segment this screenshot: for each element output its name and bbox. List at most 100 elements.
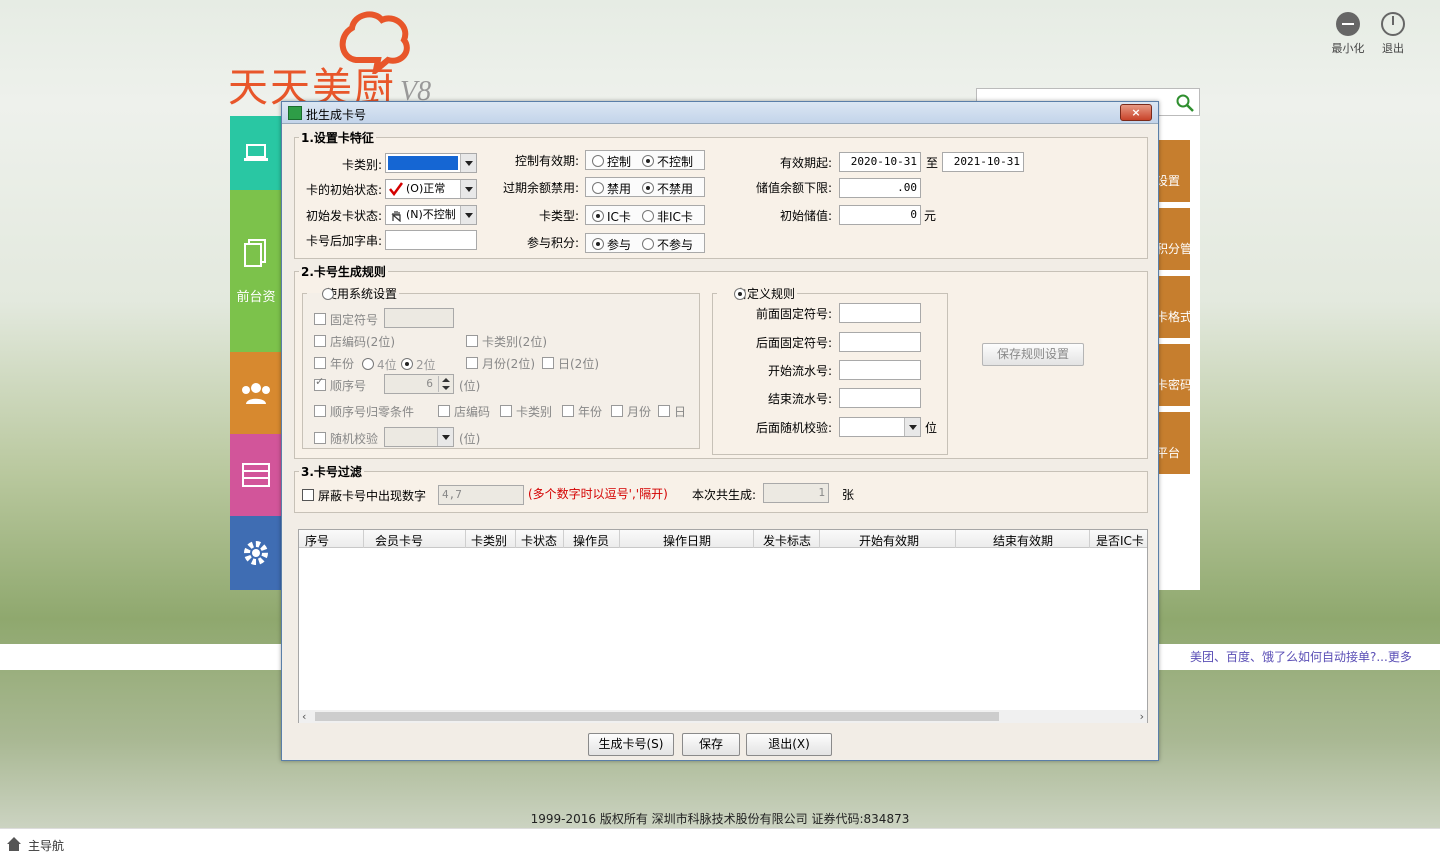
valid-from-label: 有效期起: bbox=[779, 156, 832, 170]
issue-status-select[interactable]: (N)不控制 bbox=[385, 205, 477, 225]
exit-button[interactable]: 退出(X) bbox=[746, 733, 832, 756]
col-header[interactable]: 卡类别 bbox=[471, 532, 507, 549]
checkbox-reset-store[interactable]: 店编码 bbox=[438, 403, 490, 420]
chevron-down-icon[interactable] bbox=[460, 180, 476, 198]
checkbox-reset-day[interactable]: 日 bbox=[658, 403, 686, 420]
col-header[interactable]: 操作员 bbox=[573, 532, 609, 549]
search-icon[interactable] bbox=[1175, 93, 1195, 113]
generate-button[interactable]: 生成卡号(S) bbox=[588, 733, 674, 756]
checkbox-reset-card[interactable]: 卡类别 bbox=[500, 403, 552, 420]
radio-ic-card[interactable]: IC卡 bbox=[592, 208, 631, 225]
random-check-select[interactable] bbox=[384, 427, 454, 447]
radio-year-4[interactable]: 4位 bbox=[362, 356, 397, 373]
home-icon[interactable] bbox=[6, 836, 22, 852]
sequence-stepper[interactable] bbox=[438, 376, 452, 392]
col-header[interactable]: 结束有效期 bbox=[993, 532, 1053, 549]
tile-front-desk[interactable]: 前台资 bbox=[230, 190, 282, 352]
card-type-select[interactable] bbox=[385, 153, 477, 173]
system-settings-legend: 使用系统设置 bbox=[325, 287, 398, 301]
col-header[interactable]: 发卡标志 bbox=[763, 532, 811, 549]
radio-join-points[interactable]: 参与 bbox=[592, 236, 631, 253]
close-button[interactable]: × bbox=[1120, 104, 1152, 121]
card-kind-group: IC卡 非IC卡 bbox=[585, 205, 705, 225]
mask-digits-input[interactable]: 4,7 bbox=[438, 485, 524, 505]
dialog-title: 批生成卡号 bbox=[306, 108, 367, 122]
checkbox-reset-year[interactable]: 年份 bbox=[562, 403, 602, 420]
section1-legend: 1.设置卡特征 bbox=[301, 131, 374, 145]
checkbox-fixed-char[interactable]: 固定符号 bbox=[314, 311, 378, 328]
col-header[interactable]: 操作日期 bbox=[663, 532, 711, 549]
right-tile-settings[interactable]: 设置 bbox=[1156, 140, 1190, 202]
checkbox-sequence[interactable]: 顺序号 bbox=[314, 375, 366, 394]
postfix-input[interactable] bbox=[839, 332, 921, 352]
expired-balance-group: 禁用 不禁用 bbox=[585, 177, 705, 197]
checkbox-card-category[interactable]: 卡类别(2位) bbox=[466, 333, 547, 350]
radio-no-disable[interactable]: 不禁用 bbox=[642, 180, 693, 197]
card-list-grid[interactable]: 序号 会员卡号 卡类别 卡状态 操作员 操作日期 发卡标志 开始有效期 结束有效… bbox=[298, 529, 1148, 723]
init-status-select[interactable]: (O)正常 bbox=[385, 179, 477, 199]
news-link[interactable]: 美团、百度、饿了么如何自动接单?...更多 bbox=[1190, 648, 1412, 665]
power-icon bbox=[1381, 12, 1405, 36]
col-header[interactable]: 卡状态 bbox=[521, 532, 557, 549]
valid-to-input[interactable]: 2021-10-31 bbox=[942, 152, 1024, 172]
fixed-char-input[interactable] bbox=[384, 308, 454, 328]
start-seq-input[interactable] bbox=[839, 360, 921, 380]
right-tile-points[interactable]: 积分管 bbox=[1156, 208, 1190, 270]
scrollbar-thumb[interactable] bbox=[315, 712, 999, 721]
checkbox-year[interactable]: 年份 bbox=[314, 355, 354, 372]
gear-icon bbox=[244, 541, 268, 565]
init-status-value: (O)正常 bbox=[406, 182, 446, 195]
chevron-down-icon[interactable] bbox=[904, 418, 920, 436]
right-tile-card-format[interactable]: 卡格式 bbox=[1156, 276, 1190, 338]
scroll-right-icon[interactable]: › bbox=[1140, 710, 1144, 723]
chevron-down-icon[interactable] bbox=[460, 154, 476, 172]
total-count-input: 1 bbox=[763, 483, 829, 503]
radio-non-ic-card[interactable]: 非IC卡 bbox=[642, 208, 693, 225]
to-label: 至 bbox=[926, 156, 939, 170]
prefix-input[interactable] bbox=[839, 303, 921, 323]
checkbox-month[interactable]: 月份(2位) bbox=[466, 355, 535, 372]
radio-no-control[interactable]: 不控制 bbox=[642, 153, 693, 170]
dialog-titlebar[interactable]: 批生成卡号 × bbox=[282, 102, 1158, 124]
balance-min-input[interactable]: .00 bbox=[839, 178, 921, 198]
checkbox-random-check[interactable]: 随机校验 bbox=[314, 430, 378, 447]
right-tile-label: 平台 bbox=[1156, 446, 1181, 460]
scroll-left-icon[interactable]: ‹ bbox=[302, 710, 306, 723]
checkbox-store-code[interactable]: 店编码(2位) bbox=[314, 333, 395, 350]
col-header[interactable]: 会员卡号 bbox=[375, 532, 423, 549]
right-tile-label: 积分管 bbox=[1156, 242, 1190, 256]
col-header[interactable]: 开始有效期 bbox=[859, 532, 919, 549]
exit-app-button[interactable]: 退出 bbox=[1373, 12, 1413, 56]
col-header[interactable]: 序号 bbox=[305, 532, 329, 549]
col-header[interactable]: 是否IC卡 bbox=[1096, 532, 1144, 549]
tile-store[interactable] bbox=[230, 434, 282, 516]
checkbox-day[interactable]: 日(2位) bbox=[542, 355, 599, 372]
tile-members[interactable] bbox=[230, 352, 282, 434]
tile-front-label: 前台资 bbox=[236, 289, 276, 305]
tile-settings[interactable] bbox=[230, 516, 282, 590]
checkbox-reset-month[interactable]: 月份 bbox=[611, 403, 651, 420]
checkbox-seq-reset[interactable]: 顺序号归零条件 bbox=[314, 403, 414, 420]
checkbox-mask-digits[interactable]: 屏蔽卡号中出现数字 bbox=[302, 487, 426, 504]
chevron-down-icon[interactable] bbox=[437, 428, 453, 446]
end-seq-input[interactable] bbox=[839, 388, 921, 408]
horizontal-scrollbar[interactable]: ‹ › bbox=[299, 710, 1147, 723]
radio-control[interactable]: 控制 bbox=[592, 153, 631, 170]
minimize-button[interactable]: 最小化 bbox=[1328, 12, 1368, 56]
seq-wei-label: (位) bbox=[459, 379, 481, 393]
chevron-down-icon[interactable] bbox=[460, 206, 476, 224]
rand-check-select[interactable] bbox=[839, 417, 921, 437]
main-nav-label[interactable]: 主导航 bbox=[28, 837, 64, 854]
valid-from-input[interactable]: 2020-10-31 bbox=[839, 152, 921, 172]
right-tile-card-password[interactable]: 卡密码 bbox=[1156, 344, 1190, 406]
init-value-input[interactable]: 0 bbox=[839, 205, 921, 225]
right-tile-platform[interactable]: 平台 bbox=[1156, 412, 1190, 474]
save-rule-button[interactable]: 保存规则设置 bbox=[982, 343, 1084, 366]
suffix-input[interactable] bbox=[385, 230, 477, 250]
tile-laptop[interactable] bbox=[230, 116, 282, 190]
save-button[interactable]: 保存 bbox=[682, 733, 740, 756]
radio-year-2[interactable]: 2位 bbox=[401, 356, 436, 373]
radio-no-join-points[interactable]: 不参与 bbox=[642, 236, 693, 253]
right-tile-label: 卡格式 bbox=[1156, 310, 1190, 324]
radio-disable[interactable]: 禁用 bbox=[592, 180, 631, 197]
